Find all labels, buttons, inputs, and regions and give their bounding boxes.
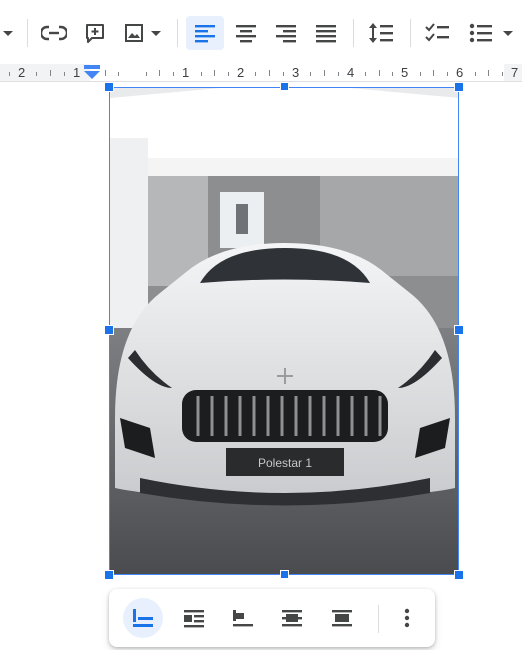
checklist-icon [425, 23, 449, 42]
ruler-tick [392, 72, 394, 76]
ruler-tick [447, 72, 449, 76]
wrap-inline-icon [133, 609, 153, 627]
behind-text-button[interactable] [272, 598, 312, 638]
ruler-tick [364, 72, 366, 76]
ruler-tick [419, 72, 421, 76]
ruler-tick [36, 72, 38, 76]
toolbar [0, 0, 522, 64]
more-options-button[interactable] [387, 598, 427, 638]
toolbar-separator [353, 19, 354, 47]
ruler-tick [214, 70, 216, 76]
align-right-icon [276, 25, 296, 43]
add-comment-icon [86, 24, 104, 43]
toolbar-separator [177, 19, 178, 47]
checklist-button[interactable] [418, 16, 456, 50]
more-vert-icon [404, 608, 410, 628]
align-left-icon [195, 25, 215, 43]
behind-text-icon [282, 610, 302, 627]
insert-link-button[interactable] [37, 16, 71, 50]
car-photo: Polestar 1 [110, 88, 458, 574]
horizontal-ruler[interactable]: 2 1 1 2 3 4 5 6 7 [0, 64, 522, 82]
ruler-tick [337, 72, 339, 76]
align-justify-icon [316, 25, 336, 43]
align-right-button[interactable] [267, 16, 305, 50]
align-justify-button[interactable] [307, 16, 345, 50]
bulleted-list-button[interactable] [462, 16, 522, 50]
ruler-tick [488, 70, 490, 76]
resize-handle-top[interactable] [280, 82, 289, 91]
align-center-icon [236, 25, 256, 43]
ruler-label: 2 [18, 65, 26, 80]
ruler-tick [501, 72, 503, 76]
image-icon [125, 24, 143, 42]
chevron-down-icon [503, 31, 513, 36]
bulleted-list-icon [469, 23, 492, 43]
ruler-tick [378, 70, 380, 76]
ruler-tick [323, 70, 325, 76]
ruler-tick [474, 72, 476, 76]
line-spacing-icon [369, 23, 393, 43]
ruler-tick [159, 70, 161, 76]
ruler-tick [63, 72, 65, 76]
wrap-text-button[interactable] [174, 598, 214, 638]
ruler-label: 4 [347, 65, 355, 80]
indent-marker-icon[interactable] [83, 64, 101, 80]
ruler-tick [200, 72, 202, 76]
ruler-tick [49, 70, 51, 76]
align-center-button[interactable] [227, 16, 265, 50]
in-front-of-text-button[interactable] [322, 598, 362, 638]
line-spacing-button[interactable] [362, 16, 400, 50]
in-front-of-text-icon [332, 610, 352, 627]
ruler-tick [145, 72, 147, 76]
resize-handle-bottom-right[interactable] [454, 570, 464, 580]
image-options-bar [109, 589, 435, 647]
resize-handle-top-left[interactable] [104, 82, 114, 92]
break-text-button[interactable] [223, 598, 263, 638]
toolbar-separator [27, 19, 28, 47]
ruler-label: 2 [237, 65, 245, 80]
add-comment-button[interactable] [78, 16, 112, 50]
ruler-tick [255, 72, 257, 76]
ruler-tick [173, 72, 175, 76]
license-plate-text: Polestar 1 [258, 456, 312, 470]
chevron-down-icon [151, 31, 161, 36]
options-separator [378, 605, 379, 633]
ruler-label: 5 [401, 65, 409, 80]
resize-handle-right[interactable] [454, 325, 464, 335]
ruler-tick [282, 72, 284, 76]
ruler-tick [227, 72, 229, 76]
align-left-button[interactable] [186, 16, 224, 50]
ruler-tick [433, 70, 435, 76]
ruler-label: 1 [73, 65, 81, 80]
ruler-tick [104, 70, 106, 76]
ruler-tick [118, 72, 120, 76]
ruler-label: 1 [182, 65, 190, 80]
resize-handle-left[interactable] [104, 325, 114, 335]
ruler-tick [269, 70, 270, 76]
chevron-down-icon [3, 31, 13, 36]
ruler-tick [8, 72, 10, 76]
ruler-label: 7 [511, 65, 519, 80]
selected-image[interactable]: Polestar 1 [109, 87, 459, 575]
ruler-label: 3 [292, 65, 300, 80]
resize-handle-bottom[interactable] [280, 570, 289, 579]
in-line-button[interactable] [123, 598, 163, 638]
resize-handle-top-right[interactable] [454, 82, 464, 92]
ruler-tick [310, 72, 312, 76]
break-text-icon [233, 610, 253, 627]
wrap-text-icon [184, 610, 204, 628]
resize-handle-bottom-left[interactable] [104, 570, 114, 580]
toolbar-dropdown-button[interactable] [0, 16, 16, 50]
insert-image-button[interactable] [118, 16, 168, 50]
toolbar-separator [410, 19, 411, 47]
ruler-label: 6 [456, 65, 464, 80]
link-icon [41, 25, 67, 41]
